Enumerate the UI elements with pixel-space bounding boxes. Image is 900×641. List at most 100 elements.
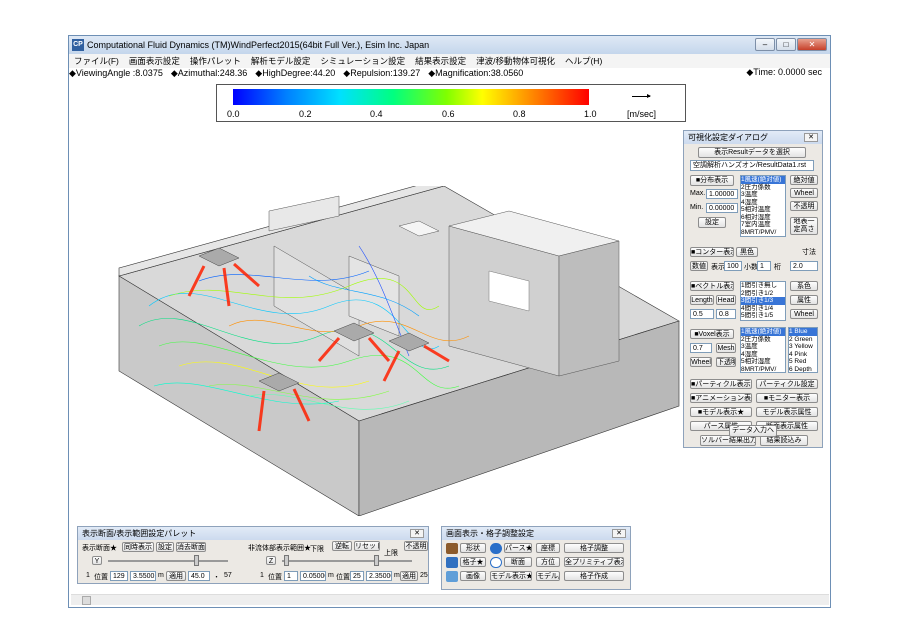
head-button[interactable]: Head xyxy=(716,295,736,305)
wheel-button[interactable]: Wheel xyxy=(790,188,818,198)
contour-display-button[interactable]: ■コンター表示 xyxy=(690,247,734,257)
menu-result-settings[interactable]: 結果表示設定 xyxy=(410,55,471,67)
voxel-listbox[interactable]: 1風速(絶対値) 2圧力係数 3温度 4湿度 5相対湿度 8MRT/PMV/ xyxy=(740,327,786,373)
list-item[interactable]: 1 Blue xyxy=(789,328,817,336)
list-item[interactable]: 6相対湿度 xyxy=(741,214,785,222)
range-slider-track[interactable] xyxy=(282,560,412,562)
color-listbox[interactable]: 1 Blue 2 Green 3 Yellow 4 Pink 5 Red 6 D… xyxy=(788,327,818,373)
absolute-button[interactable]: 絶対値 xyxy=(790,175,818,185)
list-item[interactable]: 3温度 xyxy=(741,343,785,351)
section-slider-thumb[interactable] xyxy=(194,555,199,566)
list-item[interactable]: 3間引き1/3 xyxy=(741,297,785,305)
delete-section-button[interactable]: 消去断面 xyxy=(176,542,206,552)
select-result-button[interactable]: 表示Resultデータを選択 xyxy=(698,147,806,158)
close-button[interactable]: ✕ xyxy=(797,38,827,51)
grid-create-button[interactable]: 格子作成 xyxy=(564,571,624,581)
list-item[interactable]: 6 Depth xyxy=(789,366,817,373)
lower-value-field[interactable]: 0.05000 xyxy=(300,571,326,581)
model-display-button[interactable]: ■モデル表示★ xyxy=(690,407,752,417)
vector-attribute-button[interactable]: 属性 xyxy=(790,295,818,305)
axis-y-button[interactable]: Y xyxy=(92,556,102,565)
section-settings-button[interactable]: 設定 xyxy=(156,542,174,552)
scrollbar-thumb[interactable] xyxy=(82,596,91,605)
section-button[interactable]: 断面 xyxy=(504,557,532,567)
vector-display-button[interactable]: ■ベクトル表示 xyxy=(690,281,734,291)
vector-listbox[interactable]: 1間引き無し 2間引き1/2 3間引き1/3 4間引き1/4 5間引き1/5 xyxy=(740,281,786,321)
menu-help[interactable]: ヘルプ(H) xyxy=(560,55,607,67)
position-value-field[interactable]: 3.5500 xyxy=(130,571,156,581)
list-item[interactable]: 3温度 xyxy=(741,191,785,199)
lower-index-field[interactable]: 1 xyxy=(284,571,298,581)
voxel-display-button[interactable]: ■Voxel表示 xyxy=(690,329,734,339)
numeric-button[interactable]: 数値 xyxy=(690,261,708,271)
minimize-button[interactable]: – xyxy=(755,38,775,51)
direction-button[interactable]: 方位 xyxy=(536,557,560,567)
list-item[interactable]: 5 Red xyxy=(789,358,817,366)
menu-file[interactable]: ファイル(F) xyxy=(69,55,124,67)
apply-button[interactable]: 適用 xyxy=(166,571,186,581)
range-upper-thumb[interactable] xyxy=(374,555,379,566)
list-item[interactable]: 3 Yellow xyxy=(789,343,817,351)
menu-simulation-settings[interactable]: シミュレーション設定 xyxy=(315,55,410,67)
settings-button[interactable]: 設定 xyxy=(698,217,726,228)
distribution-display-button[interactable]: ■分布表示 xyxy=(690,175,734,186)
size-field[interactable]: 2.0 xyxy=(790,261,818,271)
section-opaque-button[interactable]: 不透明 xyxy=(404,541,428,551)
menu-model-settings[interactable]: 解析モデル設定 xyxy=(246,55,316,67)
coords-button[interactable]: 座標 xyxy=(536,543,560,553)
axis-z-button[interactable]: Z xyxy=(266,556,276,565)
list-item[interactable]: 2 Green xyxy=(789,336,817,344)
list-item[interactable]: 4 Pink xyxy=(789,351,817,359)
grid-button[interactable]: 格子★ xyxy=(460,557,486,567)
length-button[interactable]: Length xyxy=(690,295,714,305)
voxel-wheel-button[interactable]: Wheel xyxy=(690,357,712,367)
horizontal-scrollbar[interactable] xyxy=(71,594,829,605)
list-item[interactable]: 4湿度 xyxy=(741,199,785,207)
simultaneous-button[interactable]: 同時表示 xyxy=(122,542,154,552)
upper-index-field[interactable]: 25 xyxy=(350,571,364,581)
upper-value-field[interactable]: 2.35000 xyxy=(366,571,392,581)
model-attr-button[interactable]: モデル属性 xyxy=(536,571,560,581)
list-item[interactable]: 4湿度 xyxy=(741,351,785,359)
list-item[interactable]: 5相対温度 xyxy=(741,206,785,214)
list-item[interactable]: 4間引き1/4 xyxy=(741,305,785,313)
opaque-button[interactable]: 不透明 xyxy=(790,201,818,211)
angle-field[interactable]: 45.0 xyxy=(188,571,210,581)
dialog-close-button[interactable]: ✕ xyxy=(612,529,626,538)
vector-wheel-button[interactable]: Wheel xyxy=(790,309,818,319)
particle-settings-button[interactable]: パーティクル設定 xyxy=(756,379,818,389)
translucent-button[interactable]: 下透明 xyxy=(716,357,736,367)
reverse-button[interactable]: 逆転 xyxy=(332,541,352,551)
list-item[interactable]: 5間引き1/5 xyxy=(741,312,785,320)
cfd-3d-viewport[interactable] xyxy=(109,186,689,516)
voxel-value-field[interactable]: 0.7 xyxy=(690,343,712,353)
menu-palette[interactable]: 操作パレット xyxy=(185,55,246,67)
min-value-field[interactable]: 0.00000 xyxy=(706,203,738,213)
shape-button[interactable]: 形状 xyxy=(460,543,486,553)
perspective-button[interactable]: パース★ xyxy=(504,543,532,553)
menu-tsunami[interactable]: 津波/移動物体可視化 xyxy=(471,55,560,67)
dialog-close-button[interactable]: ✕ xyxy=(410,529,424,538)
head-field[interactable]: 0.8 xyxy=(716,309,736,319)
menu-display-settings[interactable]: 画面表示設定 xyxy=(124,55,185,67)
list-item[interactable]: 8MRT/PMV/ xyxy=(741,366,785,373)
all-display-button[interactable]: 全プリミティブ表示★ xyxy=(564,557,624,567)
animation-display-button[interactable]: ■アニメーション表示 xyxy=(690,393,752,403)
maximize-button[interactable]: □ xyxy=(776,38,796,51)
mesh-button[interactable]: Mesh xyxy=(716,343,736,353)
section-slider-track[interactable] xyxy=(108,560,228,562)
list-item[interactable]: 2間引き1/2 xyxy=(741,290,785,298)
particle-display-button[interactable]: ■パーティクル表示★ xyxy=(690,379,752,389)
monitor-display-button[interactable]: ■モニター表示 xyxy=(756,393,818,403)
list-item[interactable]: 7室内温度 xyxy=(741,221,785,229)
black-color-button[interactable]: 黒色 xyxy=(736,247,758,257)
distribution-listbox[interactable]: 1風速(絶対値) 2圧力係数 3温度 4湿度 5相対温度 6相対湿度 7室内温度… xyxy=(740,175,786,237)
decimal-field[interactable]: 1 xyxy=(757,261,771,271)
list-item[interactable]: 2圧力係数 xyxy=(741,336,785,344)
list-item[interactable]: 1風速(絶対値) xyxy=(741,176,785,184)
list-item[interactable]: 5相対湿度 xyxy=(741,358,785,366)
system-color-button[interactable]: 系色 xyxy=(790,281,818,291)
position-index-field[interactable]: 129 xyxy=(110,571,128,581)
image-button[interactable]: 画像 xyxy=(460,571,486,581)
result-file-field[interactable]: 空調解析ハンズオン/ResultData1.rst xyxy=(690,160,814,171)
